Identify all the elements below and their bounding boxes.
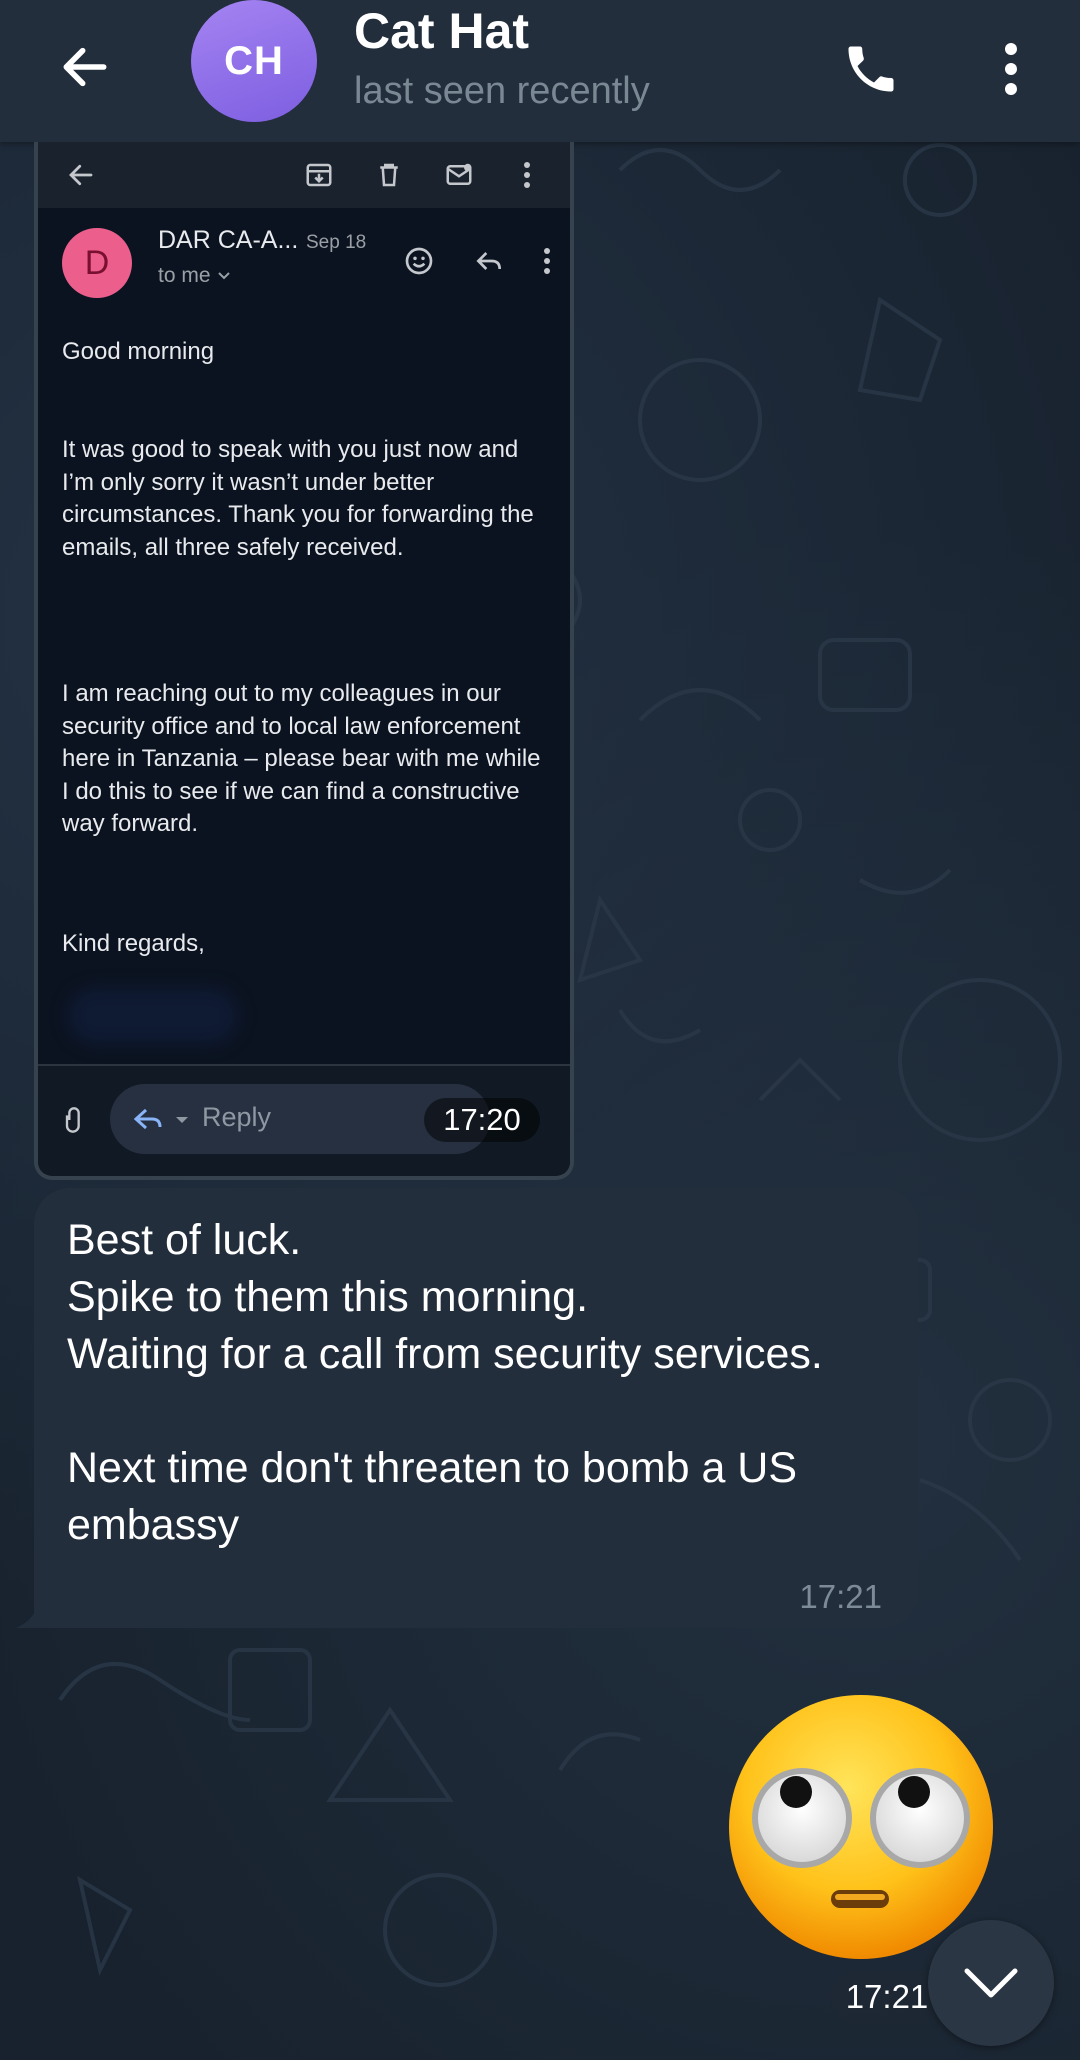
email-greeting: Good morning (62, 338, 215, 365)
chat-status: last seen recently (354, 70, 650, 112)
reply-label: Reply (202, 1102, 272, 1132)
back-arrow-icon (63, 47, 107, 87)
message-time: 17:21 (799, 1578, 882, 1615)
scroll-to-bottom-button[interactable] (928, 1920, 1054, 2046)
message-time: 17:20 (424, 1098, 540, 1142)
incoming-message-bubble[interactable]: Best of luck. Spike to them this morning… (34, 1188, 918, 1628)
recipient-label: to me (158, 264, 211, 287)
sender-name: DAR CA-A... (158, 226, 299, 254)
back-button[interactable] (40, 22, 130, 112)
email-body: D DAR CA-A... Sep 18 to me Good morning … (38, 208, 570, 1064)
reply-arrow-icon (133, 1108, 188, 1130)
archive-icon (300, 156, 338, 194)
sender-more-icon (528, 242, 566, 280)
paperclip-icon (56, 1102, 92, 1138)
sender-initial: D (84, 243, 110, 282)
chat-title[interactable]: Cat Hat (354, 2, 529, 60)
email-toolbar (38, 142, 570, 208)
chevron-down-icon (964, 1968, 1018, 1998)
contact-avatar[interactable]: CH (191, 0, 317, 122)
email-date: Sep 18 (306, 232, 367, 253)
email-paragraph: It was good to speak with you just now a… (62, 436, 534, 561)
image-message[interactable]: D DAR CA-A... Sep 18 to me Good morning … (34, 142, 574, 1180)
avatar-initials: CH (224, 38, 284, 83)
more-options-button[interactable] (966, 24, 1056, 114)
call-button[interactable] (826, 24, 916, 114)
bubble-tail (16, 1604, 46, 1628)
reply-icon (470, 242, 508, 280)
more-vertical-icon (1005, 43, 1017, 95)
redacted-signature (68, 988, 238, 1044)
trash-icon (370, 156, 408, 194)
message-time: 17:21 (830, 1970, 944, 2024)
mark-unread-icon (440, 156, 478, 194)
rolling-eyes-emoji-icon (729, 1695, 993, 1959)
sender-avatar: D (62, 228, 132, 298)
email-paragraph: I am reaching out to my colleagues in ou… (62, 680, 541, 838)
emoji-react-icon (400, 242, 438, 280)
email-back-icon (62, 156, 100, 194)
chevron-down-icon (218, 272, 231, 280)
chat-header: CH Cat Hat last seen recently (0, 0, 1080, 142)
phone-icon (848, 46, 894, 92)
message-text: Best of luck. Spike to them this morning… (67, 1216, 823, 1549)
email-more-icon (508, 156, 546, 194)
email-recipient: to me (158, 264, 232, 288)
emoji-message[interactable] (726, 1692, 996, 1962)
email-signoff: Kind regards, (62, 930, 205, 957)
